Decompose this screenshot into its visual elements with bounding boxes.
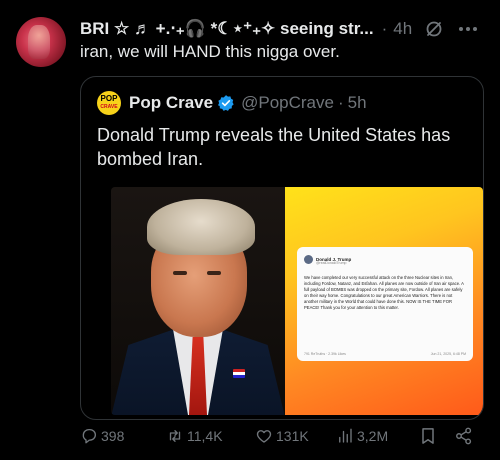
- logo-line2: CRAVE: [100, 104, 118, 110]
- views-button[interactable]: 3,2M: [336, 426, 388, 446]
- header-separator: ·: [381, 19, 388, 38]
- tweet[interactable]: BRI ☆ ♬ +.‧₊🎧 *☾⋆⁺₊✧ seeing str... · 4h …: [0, 0, 500, 460]
- share-icon[interactable]: [454, 426, 474, 446]
- trump-photo[interactable]: [111, 187, 285, 415]
- more-icon[interactable]: [456, 18, 480, 40]
- reply-button[interactable]: 398: [80, 426, 124, 446]
- quoted-handle[interactable]: @PopCrave: [241, 93, 334, 113]
- tweet-header: BRI ☆ ♬ +.‧₊🎧 *☾⋆⁺₊✧ seeing str... · 4h: [80, 18, 444, 40]
- embedded-body: We have completed our very successful at…: [304, 275, 464, 310]
- avatar[interactable]: [16, 17, 66, 67]
- action-bar: 398 11,4K 131K 3,2M: [80, 426, 490, 446]
- repost-count: 11,4K: [187, 428, 223, 444]
- embedded-handle: @realDonaldTrump: [316, 261, 347, 265]
- quoted-separator: ·: [337, 93, 344, 112]
- bookmark-icon[interactable]: [418, 426, 438, 446]
- embedded-stats: 791 ReTruths · 2.39k Likes: [304, 352, 346, 356]
- popcrave-logo[interactable]: POP CRAVE: [97, 91, 121, 115]
- views-icon: [339, 428, 352, 443]
- logo-line1: POP: [100, 94, 118, 103]
- reply-count: 398: [101, 428, 125, 444]
- embedded-avatar: [304, 254, 313, 264]
- display-name[interactable]: BRI ☆ ♬ +.‧₊🎧 *☾⋆⁺₊✧ seeing str...: [80, 19, 374, 39]
- repost-icon: [169, 430, 181, 442]
- grok-icon[interactable]: [424, 19, 444, 39]
- quoted-media[interactable]: Donald J. Trump @realDonaldTrump We have…: [111, 187, 483, 415]
- quoted-tweet[interactable]: POP CRAVE Pop Crave @PopCrave · 5h Donal…: [80, 76, 484, 420]
- quoted-header: POP CRAVE Pop Crave @PopCrave · 5h: [97, 91, 367, 115]
- like-count: 131K: [276, 428, 309, 444]
- like-button[interactable]: 131K: [255, 426, 309, 446]
- reply-icon: [82, 428, 97, 444]
- quoted-name[interactable]: Pop Crave: [129, 93, 213, 113]
- tweet-text: iran, we will HAND this nigga over.: [80, 42, 340, 61]
- quoted-text: Donald Trump reveals the United States h…: [97, 125, 451, 169]
- quoted-timestamp[interactable]: 5h: [348, 93, 367, 113]
- like-icon: [256, 430, 272, 443]
- view-count: 3,2M: [357, 428, 389, 444]
- repost-button[interactable]: 11,4K: [166, 426, 223, 446]
- truth-social-screenshot[interactable]: Donald J. Trump @realDonaldTrump We have…: [285, 187, 483, 415]
- verified-icon: [218, 95, 234, 111]
- timestamp[interactable]: 4h: [393, 19, 412, 39]
- embedded-post-card: Donald J. Trump @realDonaldTrump We have…: [297, 247, 473, 361]
- embedded-date: Jun 21, 2025, 6:48 PM: [430, 352, 466, 356]
